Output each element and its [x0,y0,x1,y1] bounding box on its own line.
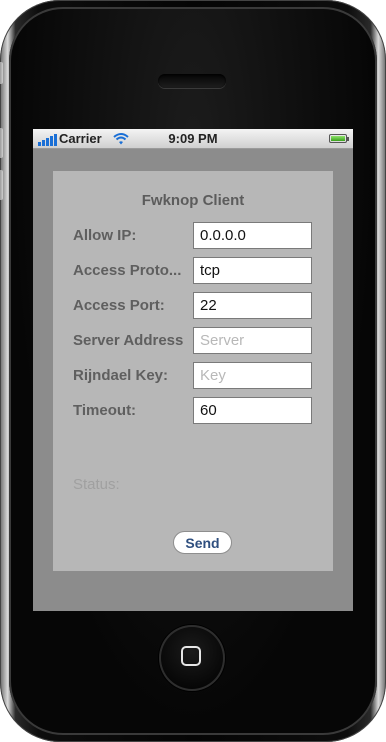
volume-up-button [0,128,3,158]
form-title: Fwknop Client [141,192,245,209]
server-address-label: Server Address [73,332,184,349]
access-port-label: Access Port: [73,297,165,314]
access-port-field[interactable] [193,292,312,319]
allow-ip-field[interactable] [193,222,312,249]
status-bar: Carrier 9:09 PM [33,129,353,149]
send-button[interactable]: Send [173,531,232,554]
rijndael-key-label: Rijndael Key: [73,367,169,384]
status-time: 9:09 PM [168,131,218,146]
volume-down-button [0,170,3,200]
rijndael-key-field[interactable] [193,362,312,389]
access-protocol-field[interactable] [193,257,312,284]
timeout-field[interactable] [193,397,312,424]
server-address-field[interactable] [193,327,312,354]
battery-icon [329,134,349,143]
access-protocol-label: Access Proto... [73,262,182,279]
earpiece-speaker [158,74,226,88]
home-square-icon [181,646,201,666]
device-screen: Carrier 9:09 PM Fwknop Client Allow IP: … [33,129,353,611]
phone-frame: Carrier 9:09 PM Fwknop Client Allow IP: … [0,0,386,742]
mute-switch [0,62,3,84]
timeout-label: Timeout: [73,402,137,419]
home-button[interactable] [159,625,225,691]
status-label: Status: [73,476,120,493]
allow-ip-label: Allow IP: [73,227,137,244]
fwknop-form-panel: Fwknop Client Allow IP: Access Proto... … [53,171,333,571]
